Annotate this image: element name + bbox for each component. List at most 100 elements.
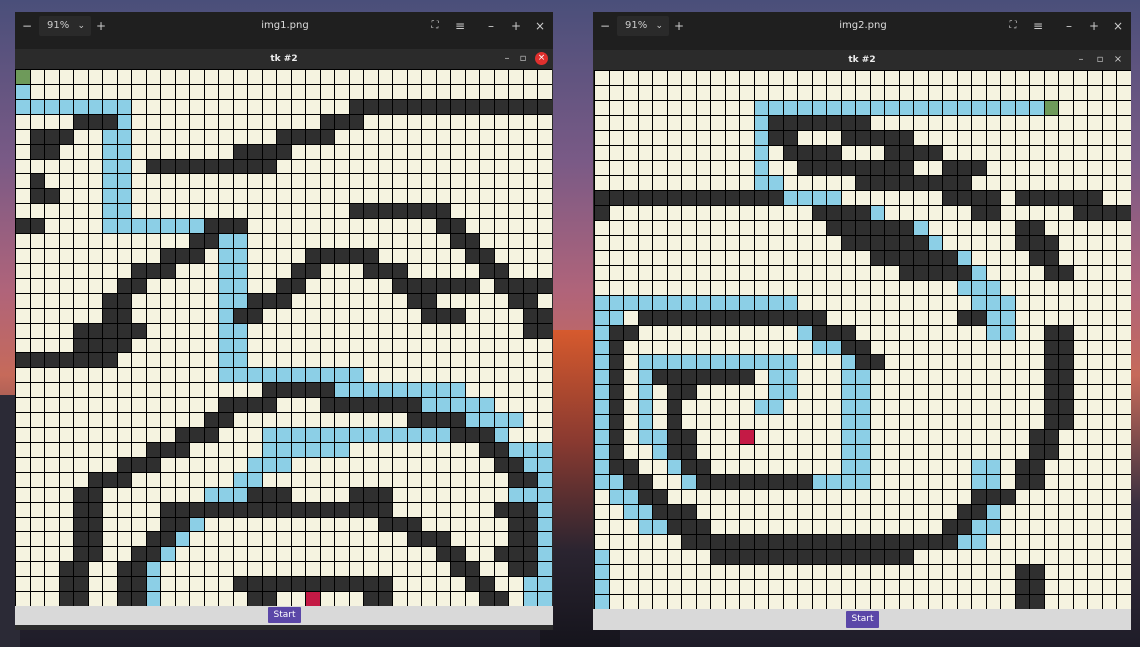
maze-cell[interactable]: [422, 145, 436, 159]
maze-cell[interactable]: [451, 368, 465, 382]
wall-cell[interactable]: [103, 309, 117, 323]
path-cell[interactable]: [538, 473, 552, 487]
maze-cell[interactable]: [422, 443, 436, 457]
maze-cell[interactable]: [147, 488, 160, 502]
maze-cell[interactable]: [379, 353, 392, 367]
maze-cell[interactable]: [885, 71, 899, 85]
maze-cell[interactable]: [943, 146, 957, 160]
maze-cell[interactable]: [248, 130, 262, 144]
maze-cell[interactable]: [379, 294, 392, 308]
maze-cell[interactable]: [856, 595, 870, 609]
wall-cell[interactable]: [74, 547, 88, 561]
path-cell[interactable]: [422, 428, 436, 442]
maze-cell[interactable]: [147, 353, 160, 367]
maze-cell[interactable]: [1001, 370, 1015, 384]
wall-cell[interactable]: [103, 353, 117, 367]
maze-cell[interactable]: [379, 115, 392, 129]
maze-cell[interactable]: [161, 309, 175, 323]
maze-cell[interactable]: [610, 535, 623, 549]
wall-cell[interactable]: [697, 535, 710, 549]
maze-cell[interactable]: [524, 353, 537, 367]
maze-cell[interactable]: [161, 324, 175, 338]
maze-cell[interactable]: [653, 206, 667, 220]
path-cell[interactable]: [595, 296, 609, 310]
path-cell[interactable]: [422, 383, 436, 397]
maze-cell[interactable]: [480, 368, 494, 382]
wall-cell[interactable]: [132, 562, 146, 576]
path-cell[interactable]: [914, 101, 928, 115]
maze-cell[interactable]: [668, 236, 681, 250]
wall-cell[interactable]: [292, 577, 305, 591]
maze-cell[interactable]: [306, 145, 320, 159]
wall-cell[interactable]: [263, 383, 276, 397]
maze-cell[interactable]: [176, 189, 189, 203]
path-cell[interactable]: [595, 326, 609, 340]
maze-cell[interactable]: [871, 296, 884, 310]
maze-cell[interactable]: [176, 264, 189, 278]
path-cell[interactable]: [16, 100, 30, 114]
wall-cell[interactable]: [89, 488, 102, 502]
wall-cell[interactable]: [972, 191, 986, 205]
maze-cell[interactable]: [321, 294, 334, 308]
maze-cell[interactable]: [190, 85, 204, 99]
maze-cell[interactable]: [842, 266, 855, 280]
path-cell[interactable]: [103, 204, 117, 218]
maze-cell[interactable]: [364, 279, 378, 293]
path-cell[interactable]: [103, 219, 117, 233]
maze-cell[interactable]: [711, 460, 725, 474]
maze-cell[interactable]: [350, 592, 363, 606]
maze-cell[interactable]: [292, 189, 305, 203]
maze-cell[interactable]: [1001, 161, 1015, 175]
wall-cell[interactable]: [595, 206, 609, 220]
maze-cell[interactable]: [480, 189, 494, 203]
wall-cell[interactable]: [668, 445, 681, 459]
maze-cell[interactable]: [60, 160, 73, 173]
maze-cell[interactable]: [132, 145, 146, 159]
maze-cell[interactable]: [885, 430, 899, 444]
maze-cell[interactable]: [639, 131, 652, 145]
maze-cell[interactable]: [987, 550, 1000, 564]
maze-cell[interactable]: [524, 115, 537, 129]
maze-cell[interactable]: [1030, 206, 1044, 220]
maze-cell[interactable]: [856, 311, 870, 325]
path-cell[interactable]: [335, 443, 349, 457]
maze-cell[interactable]: [639, 101, 652, 115]
maze-cell[interactable]: [538, 219, 552, 233]
maze-cell[interactable]: [335, 532, 349, 546]
maze-cell[interactable]: [393, 294, 407, 308]
maze-cell[interactable]: [422, 473, 436, 487]
path-cell[interactable]: [350, 383, 363, 397]
maze-cell[interactable]: [972, 176, 986, 190]
wall-cell[interactable]: [335, 115, 349, 129]
path-cell[interactable]: [639, 355, 652, 369]
maze-cell[interactable]: [1016, 550, 1029, 564]
maze-cell[interactable]: [682, 236, 696, 250]
maze-cell[interactable]: [711, 490, 725, 504]
wall-cell[interactable]: [1016, 580, 1029, 594]
maze-cell[interactable]: [943, 565, 957, 579]
maze-cell[interactable]: [1103, 236, 1116, 250]
maze-cell[interactable]: [827, 311, 841, 325]
maze-cell[interactable]: [379, 562, 392, 576]
path-cell[interactable]: [190, 518, 204, 531]
maze-cell[interactable]: [509, 353, 523, 367]
maze-cell[interactable]: [437, 488, 450, 502]
maze-cell[interactable]: [248, 428, 262, 442]
maze-cell[interactable]: [885, 86, 899, 100]
wall-cell[interactable]: [842, 131, 855, 145]
zoom-out-icon[interactable]: −: [597, 12, 613, 40]
maze-cell[interactable]: [408, 264, 421, 278]
wall-cell[interactable]: [958, 311, 971, 325]
maze-cell[interactable]: [813, 505, 826, 519]
maze-cell[interactable]: [495, 204, 508, 218]
wall-cell[interactable]: [1059, 191, 1073, 205]
maze-cell[interactable]: [668, 131, 681, 145]
maze-cell[interactable]: [1030, 131, 1044, 145]
maze-cell[interactable]: [1088, 311, 1102, 325]
path-cell[interactable]: [1001, 101, 1015, 115]
path-cell[interactable]: [813, 191, 826, 205]
maze-cell[interactable]: [624, 176, 638, 190]
wall-cell[interactable]: [697, 370, 710, 384]
maze-cell[interactable]: [900, 490, 913, 504]
maze-cell[interactable]: [1088, 385, 1102, 399]
